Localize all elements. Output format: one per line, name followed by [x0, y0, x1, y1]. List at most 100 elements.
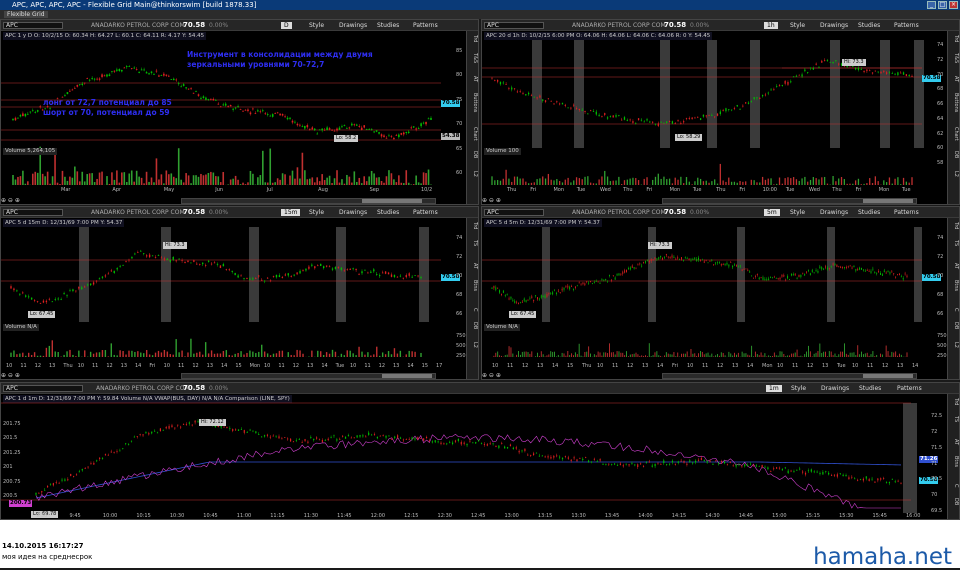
zoom-controls[interactable]: ⊕ ⊖ ⊕ [1, 371, 20, 380]
tab-buttons[interactable]: Btns [468, 280, 478, 291]
candle [420, 277, 421, 278]
candle [594, 459, 595, 460]
tab-ts[interactable]: TS [468, 240, 478, 246]
15m-chart-canvas[interactable] [1, 207, 479, 380]
tab-trade[interactable]: Trd [949, 398, 959, 405]
tab-at[interactable]: AT [468, 263, 478, 269]
candle [649, 462, 650, 463]
tab-chart[interactable]: C [949, 484, 959, 488]
candle [900, 73, 901, 74]
volume-bar [593, 183, 594, 185]
volume-bar [339, 183, 341, 185]
tab-buttons[interactable]: Btns [949, 280, 959, 291]
zoom-controls[interactable]: ⊕ ⊖ ⊕ [1, 196, 20, 205]
tab-trade[interactable]: Trd [468, 35, 478, 42]
tab-buttons[interactable]: Btns [949, 456, 959, 467]
scrollbar[interactable] [662, 198, 917, 204]
tab-at[interactable]: AT [949, 76, 959, 82]
candle [383, 135, 385, 137]
candle [721, 461, 722, 462]
volume-bar [297, 167, 299, 185]
tab-l2[interactable]: L2 [949, 171, 959, 177]
volume-bar [178, 148, 180, 185]
tab-l2[interactable]: L2 [468, 171, 478, 177]
candle [770, 90, 771, 91]
candle [776, 86, 777, 87]
candle [82, 469, 83, 470]
chart-panel-1m: APC ANADARKO PETROL CORP COM 70.58 0.00%… [0, 382, 960, 520]
candle [796, 470, 797, 471]
scrollbar[interactable] [181, 198, 436, 204]
zoom-controls[interactable]: ⊕ ⊖ ⊕ [482, 196, 501, 205]
candle [827, 60, 828, 61]
tab-chart[interactable]: Chart [949, 127, 959, 141]
scrollbar[interactable] [181, 373, 436, 379]
tab-at[interactable]: AT [468, 76, 478, 82]
hourly-chart-canvas[interactable] [482, 20, 960, 205]
tab-db[interactable]: DB [949, 322, 959, 329]
candle [796, 76, 797, 77]
tab-db[interactable]: DB [949, 498, 959, 505]
candle [741, 467, 742, 468]
volume-bar [428, 170, 430, 185]
volume-bar [175, 339, 176, 357]
scrollbar[interactable] [662, 373, 917, 379]
candle [227, 106, 229, 107]
candle [686, 464, 687, 465]
tab-chart[interactable]: C [468, 308, 478, 312]
tab-trade[interactable]: Trd [949, 222, 959, 229]
candle [641, 120, 642, 121]
tab-l2[interactable]: L2 [468, 342, 478, 348]
volume-bar [831, 352, 832, 357]
tab-chart[interactable]: C [949, 308, 959, 312]
candle [252, 278, 253, 279]
tab-db[interactable]: DB [468, 322, 478, 329]
candle [531, 296, 532, 298]
tab-ts[interactable]: T&S [949, 53, 959, 63]
candle [358, 126, 360, 127]
volume-bar [781, 352, 782, 357]
1m-chart-canvas[interactable] [1, 383, 960, 520]
volume-bar [341, 354, 342, 357]
candle [866, 70, 867, 72]
tab-l2[interactable]: L2 [949, 342, 959, 348]
candle [493, 286, 494, 288]
candle [341, 268, 342, 270]
candle [362, 435, 363, 436]
tab-db[interactable]: DB [949, 151, 959, 158]
maximize-button[interactable]: □ [938, 1, 947, 9]
minimize-button[interactable]: _ [927, 1, 936, 9]
tab-at[interactable]: AT [949, 263, 959, 269]
candle [143, 70, 145, 71]
volume-bar [511, 182, 512, 185]
tab-ts[interactable]: TS [949, 416, 959, 422]
tab-trade[interactable]: Trd [949, 35, 959, 42]
tab-chart[interactable]: Chart [468, 127, 478, 141]
tab-ts[interactable]: TS [949, 240, 959, 246]
candle [388, 273, 389, 275]
volume-bar [840, 352, 841, 357]
tab-buttons[interactable]: Buttons [949, 93, 959, 112]
candle [273, 276, 274, 277]
tab-db[interactable]: DB [468, 151, 478, 158]
candle [545, 100, 546, 102]
candle [346, 128, 348, 129]
tab-trade[interactable]: Trd [468, 222, 478, 229]
volume-bar [106, 176, 108, 185]
tab-buttons[interactable]: Buttons [468, 93, 478, 112]
volume-bar [745, 353, 746, 357]
candle [501, 443, 502, 444]
volume-bar [596, 183, 597, 185]
volume-bar [598, 352, 599, 357]
close-button[interactable]: × [949, 1, 958, 9]
x-tick-label: 12:00 [371, 513, 385, 520]
volume-bar [522, 352, 523, 357]
tab-at[interactable]: AT [949, 439, 959, 445]
volume-bar [581, 356, 582, 357]
candle [906, 74, 907, 76]
5m-chart-canvas[interactable] [482, 207, 960, 380]
tab-ts[interactable]: T&S [468, 53, 478, 63]
candle [844, 267, 845, 268]
zoom-controls[interactable]: ⊕ ⊖ ⊕ [482, 371, 501, 380]
flexible-grid-tab[interactable]: Flexible Grid [4, 11, 48, 18]
